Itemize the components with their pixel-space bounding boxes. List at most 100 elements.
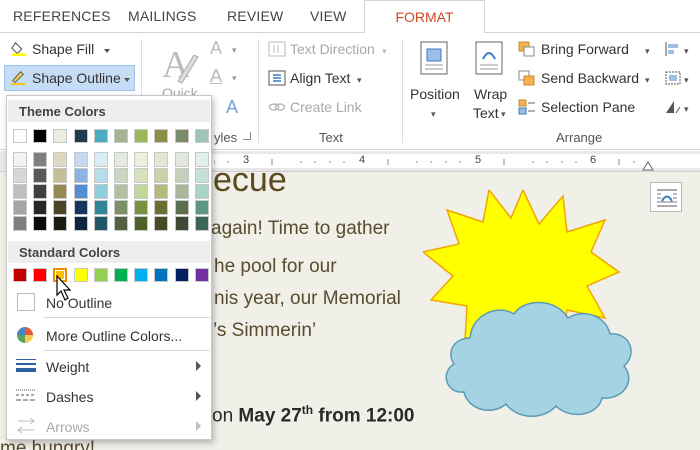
- theme-color-shade-swatch[interactable]: [114, 200, 128, 215]
- theme-color-shade-swatch[interactable]: [73, 216, 88, 231]
- theme-color-shade-swatch[interactable]: [13, 216, 27, 231]
- theme-color-shade-swatch[interactable]: [134, 168, 149, 183]
- theme-color-shade-swatch[interactable]: [33, 184, 48, 199]
- align-text-button[interactable]: Align Text: [290, 70, 350, 86]
- theme-color-swatch[interactable]: [194, 129, 209, 143]
- theme-color-shade-swatch[interactable]: [53, 216, 68, 231]
- theme-color-shade-swatch[interactable]: [174, 168, 189, 183]
- theme-color-swatch[interactable]: [174, 129, 189, 143]
- theme-color-shade-swatch[interactable]: [93, 152, 108, 167]
- theme-color-shade-swatch[interactable]: [33, 152, 48, 167]
- weight-item[interactable]: Weight: [8, 352, 210, 380]
- theme-color-swatch[interactable]: [13, 129, 27, 143]
- shape-outline-button[interactable]: Shape Outline: [4, 65, 135, 91]
- tab-review[interactable]: REVIEW: [227, 8, 283, 24]
- theme-color-swatch[interactable]: [33, 129, 48, 143]
- theme-color-shade-swatch[interactable]: [114, 216, 128, 231]
- theme-color-shade-swatch[interactable]: [154, 200, 169, 215]
- standard-color-swatch[interactable]: [33, 268, 48, 282]
- cloud-shape[interactable]: [440, 290, 640, 422]
- bring-forward-button[interactable]: Bring Forward: [541, 41, 629, 57]
- theme-color-shade-swatch[interactable]: [114, 168, 128, 183]
- rotate-icon[interactable]: [664, 99, 682, 115]
- standard-color-swatch[interactable]: [134, 268, 149, 282]
- theme-color-shade-swatch[interactable]: [174, 200, 189, 215]
- theme-color-shade-swatch[interactable]: [13, 168, 27, 183]
- layout-options-button[interactable]: [650, 182, 682, 212]
- theme-color-shade-swatch[interactable]: [93, 168, 108, 183]
- send-backward-button[interactable]: Send Backward: [541, 70, 639, 86]
- wordart-style-icon[interactable]: A: [160, 41, 200, 85]
- theme-color-shade-swatch[interactable]: [134, 216, 149, 231]
- theme-color-shade-swatch[interactable]: [33, 168, 48, 183]
- standard-color-swatch[interactable]: [114, 268, 128, 282]
- theme-color-shade-swatch[interactable]: [194, 200, 209, 215]
- theme-color-shade-swatch[interactable]: [194, 216, 209, 231]
- text-direction-button[interactable]: Text Direction: [290, 41, 375, 57]
- arrows-item[interactable]: Arrows: [8, 412, 210, 440]
- theme-color-shade-swatch[interactable]: [114, 184, 128, 199]
- theme-color-shade-swatch[interactable]: [154, 216, 169, 231]
- theme-color-shade-swatch[interactable]: [93, 200, 108, 215]
- text-fill-icon[interactable]: A: [210, 38, 222, 59]
- theme-color-shade-swatch[interactable]: [53, 200, 68, 215]
- tab-references[interactable]: REFERENCES: [13, 8, 111, 24]
- theme-color-shade-swatch[interactable]: [134, 184, 149, 199]
- theme-color-shade-swatch[interactable]: [154, 168, 169, 183]
- tab-view[interactable]: VIEW: [310, 8, 347, 24]
- group-objects-icon[interactable]: [664, 70, 682, 86]
- theme-color-shade-swatch[interactable]: [194, 184, 209, 199]
- theme-color-shade-swatch[interactable]: [53, 184, 68, 199]
- text-effects-icon[interactable]: A: [226, 97, 238, 118]
- theme-color-shade-swatch[interactable]: [134, 200, 149, 215]
- theme-color-shade-swatch[interactable]: [194, 152, 209, 167]
- standard-color-swatch[interactable]: [194, 268, 209, 282]
- theme-color-shade-swatch[interactable]: [154, 152, 169, 167]
- theme-color-shade-swatch[interactable]: [114, 152, 128, 167]
- standard-color-swatch[interactable]: [154, 268, 169, 282]
- theme-color-shade-swatch[interactable]: [174, 152, 189, 167]
- theme-color-shade-swatch[interactable]: [53, 168, 68, 183]
- tab-format[interactable]: FORMAT: [364, 0, 485, 34]
- theme-color-shade-swatch[interactable]: [53, 152, 68, 167]
- theme-color-swatch[interactable]: [154, 129, 169, 143]
- theme-color-swatch[interactable]: [53, 129, 68, 143]
- theme-color-shade-swatch[interactable]: [73, 184, 88, 199]
- shape-outline-dropdown[interactable]: Theme Colors Standard Colors No Outline …: [6, 95, 212, 440]
- shape-fill-button[interactable]: Shape Fill: [8, 39, 130, 61]
- theme-color-shade-swatch[interactable]: [13, 152, 27, 167]
- wrap-text-button[interactable]: Wrap Text ▾: [470, 39, 512, 129]
- theme-color-shade-swatch[interactable]: [93, 184, 108, 199]
- theme-color-shade-swatch[interactable]: [134, 152, 149, 167]
- theme-color-shade-swatch[interactable]: [194, 168, 209, 183]
- theme-color-shade-swatch[interactable]: [154, 184, 169, 199]
- theme-color-shade-swatch[interactable]: [13, 200, 27, 215]
- theme-color-swatch[interactable]: [73, 129, 88, 143]
- position-button[interactable]: Position ▾: [408, 39, 464, 129]
- theme-color-shade-swatch[interactable]: [13, 184, 27, 199]
- theme-color-swatch[interactable]: [93, 129, 108, 143]
- theme-color-shade-swatch[interactable]: [174, 184, 189, 199]
- standard-color-swatch[interactable]: [13, 268, 27, 282]
- text-outline-icon[interactable]: A: [210, 66, 222, 87]
- dashes-item[interactable]: Dashes: [8, 382, 210, 410]
- theme-color-shade-swatch[interactable]: [73, 152, 88, 167]
- dialog-launcher-icon[interactable]: [243, 132, 251, 140]
- theme-color-swatch[interactable]: [114, 129, 128, 143]
- theme-color-shade-swatch[interactable]: [33, 216, 48, 231]
- tab-mailings[interactable]: MAILINGS: [128, 8, 197, 24]
- more-outline-colors-item[interactable]: More Outline Colors...: [8, 321, 210, 349]
- standard-color-swatch[interactable]: [93, 268, 108, 282]
- selection-pane-button[interactable]: Selection Pane: [541, 99, 635, 115]
- theme-color-shade-swatch[interactable]: [93, 216, 108, 231]
- standard-color-swatch[interactable]: [174, 268, 189, 282]
- align-icon[interactable]: [664, 41, 682, 57]
- theme-color-swatch[interactable]: [134, 129, 149, 143]
- theme-color-shade-swatch[interactable]: [73, 168, 88, 183]
- theme-color-shade-swatch[interactable]: [174, 216, 189, 231]
- no-outline-item[interactable]: No Outline: [8, 288, 210, 316]
- standard-color-swatch[interactable]: [73, 268, 88, 282]
- create-link-button[interactable]: Create Link: [290, 99, 362, 115]
- theme-color-shade-swatch[interactable]: [73, 200, 88, 215]
- theme-color-shade-swatch[interactable]: [33, 200, 48, 215]
